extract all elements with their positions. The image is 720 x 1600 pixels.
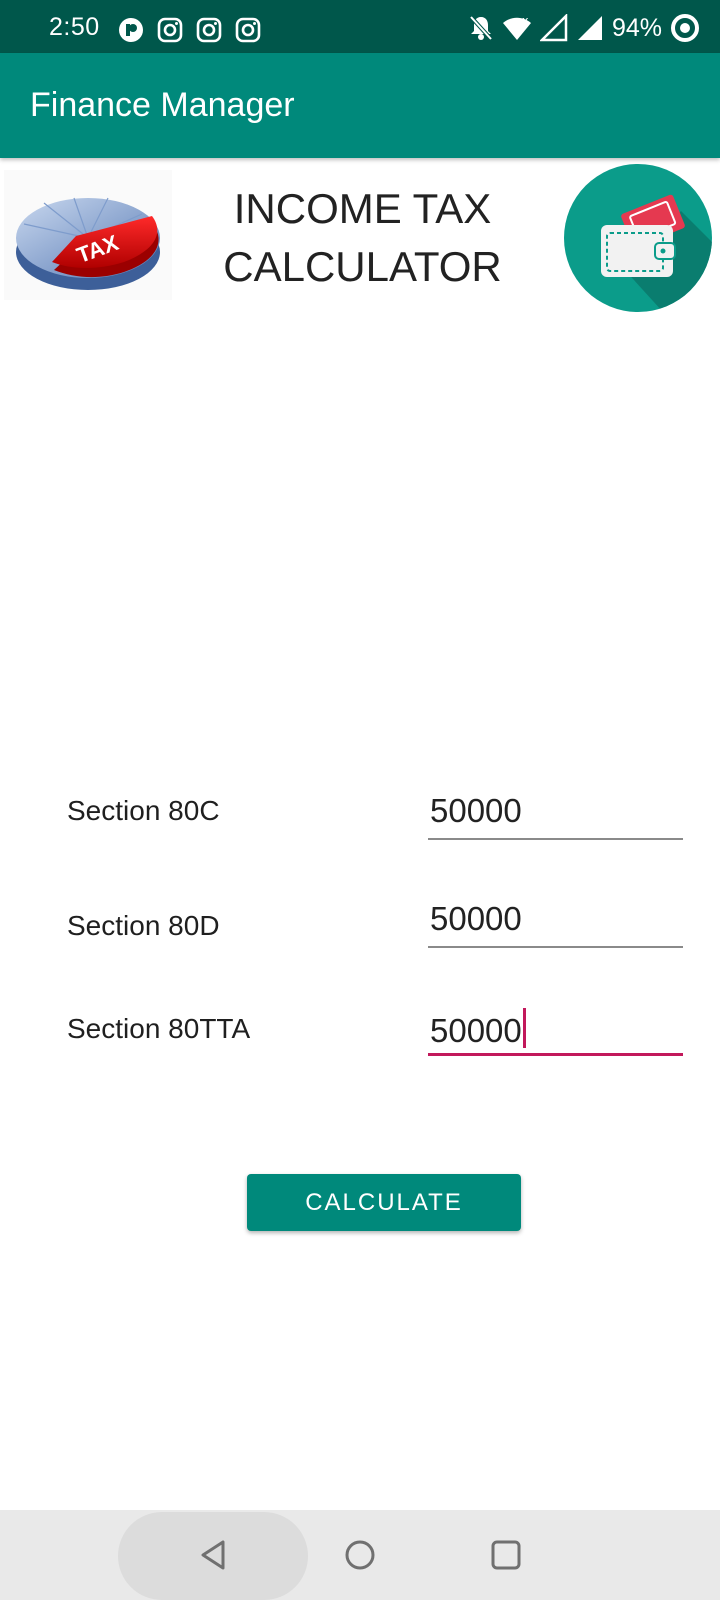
- status-bar: 2:50 x 94%: [0, 0, 720, 53]
- svg-text:x: x: [522, 14, 529, 27]
- tax-pie-chart-logo: TAX: [4, 170, 172, 300]
- wallet-logo: [564, 164, 712, 312]
- section-80d-label: Section 80D: [67, 910, 220, 941]
- text-cursor: [522, 1008, 526, 1048]
- section-80c-input[interactable]: 50000: [428, 790, 683, 840]
- calculator-header: TAX INCOME TAX CALCULATOR: [0, 160, 720, 312]
- form-row-80c: Section 80C 50000: [0, 790, 720, 860]
- page-title: INCOME TAX CALCULATOR: [223, 185, 502, 290]
- status-notification-icons: [118, 17, 261, 43]
- back-icon[interactable]: [197, 1538, 231, 1572]
- form-row-80d: Section 80D 50000: [0, 898, 720, 968]
- section-80d-input[interactable]: 50000: [428, 898, 683, 948]
- instagram-icon: [157, 17, 183, 43]
- section-80c-value: 50000: [430, 792, 522, 829]
- section-80tta-label: Section 80TTA: [67, 1013, 251, 1044]
- signal-icon: [539, 14, 568, 42]
- navigation-bar: [0, 1510, 720, 1600]
- app-notification-icon: [119, 18, 143, 42]
- home-icon[interactable]: [343, 1538, 377, 1572]
- calculate-button[interactable]: CALCULATE: [247, 1174, 521, 1231]
- form-row-80tta: Section 80TTA 50000: [0, 1006, 720, 1076]
- app-bar: Finance Manager: [0, 53, 720, 158]
- section-80c-label: Section 80C: [67, 795, 220, 826]
- section-80d-value: 50000: [430, 900, 522, 937]
- instagram-icon: [235, 17, 261, 43]
- battery-icon: [671, 14, 699, 42]
- signal-icon: [577, 16, 602, 40]
- app-title: Finance Manager: [30, 86, 295, 124]
- instagram-icon: [196, 17, 222, 43]
- section-80tta-value: 50000: [430, 1012, 522, 1049]
- battery-percentage: 94%: [611, 13, 662, 42]
- status-time: 2:50: [49, 13, 100, 41]
- recents-icon[interactable]: [489, 1538, 523, 1572]
- section-80tta-input[interactable]: 50000: [428, 1006, 683, 1056]
- wifi-icon: x: [502, 14, 531, 40]
- status-system-icons: x 94%: [468, 13, 700, 43]
- notifications-off-icon: [469, 15, 493, 41]
